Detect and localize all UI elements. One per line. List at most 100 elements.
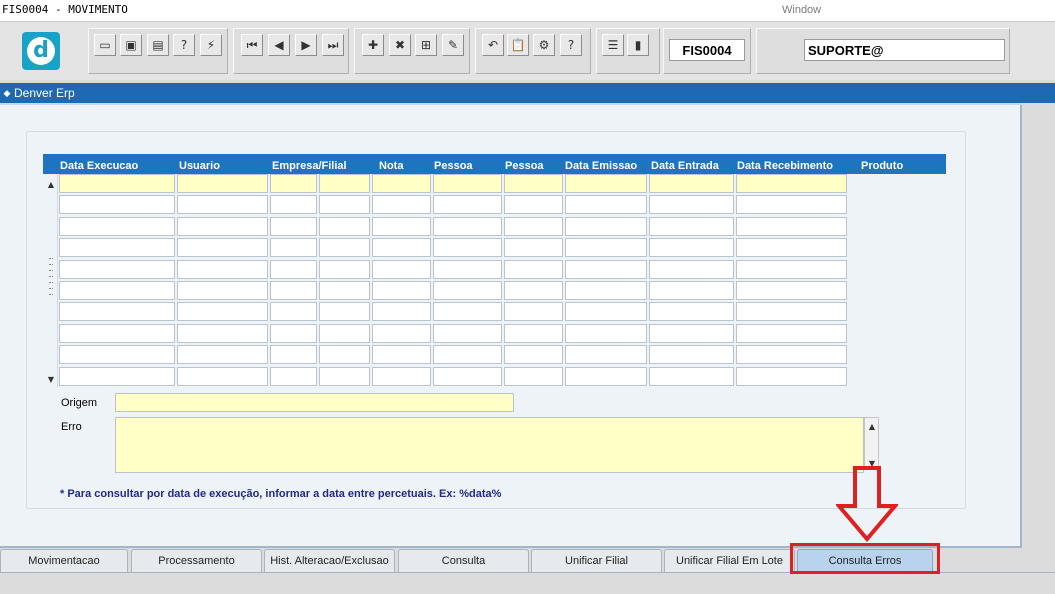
- table-cell[interactable]: [649, 238, 734, 257]
- tab-movimentacao[interactable]: Movimentacao: [0, 549, 128, 572]
- next-record-icon[interactable]: ▶: [295, 34, 317, 56]
- table-cell[interactable]: [504, 174, 563, 193]
- origem-field[interactable]: [115, 393, 514, 412]
- table-cell[interactable]: [319, 324, 370, 343]
- table-cell[interactable]: [372, 281, 431, 300]
- scroll-grip[interactable]: [49, 288, 53, 290]
- table-cell[interactable]: [372, 217, 431, 236]
- table-cell[interactable]: [372, 195, 431, 214]
- table-cell[interactable]: [565, 281, 647, 300]
- exit-icon[interactable]: ▮: [627, 34, 649, 56]
- tab-hist-alteracao-exclusao[interactable]: Hist. Alteracao/Exclusao: [264, 549, 395, 572]
- table-cell[interactable]: [372, 260, 431, 279]
- table-cell[interactable]: [649, 195, 734, 214]
- scroll-grip[interactable]: [49, 294, 53, 296]
- table-cell[interactable]: [319, 345, 370, 364]
- table-cell[interactable]: [565, 324, 647, 343]
- menu-icon[interactable]: ☰: [602, 34, 624, 56]
- undo-icon[interactable]: ↶: [482, 34, 504, 56]
- delete-record-icon[interactable]: ✖: [389, 34, 411, 56]
- table-cell[interactable]: [736, 217, 847, 236]
- tab-consulta[interactable]: Consulta: [398, 549, 529, 572]
- table-cell[interactable]: [372, 174, 431, 193]
- table-cell[interactable]: [504, 345, 563, 364]
- table-cell[interactable]: [649, 345, 734, 364]
- table-cell[interactable]: [59, 195, 175, 214]
- scroll-up-icon[interactable]: ▲: [866, 420, 878, 432]
- table-cell[interactable]: [59, 217, 175, 236]
- previous-record-icon[interactable]: ◀: [268, 34, 290, 56]
- execute-query-icon[interactable]: ⚡: [200, 34, 222, 56]
- table-cell[interactable]: [177, 324, 268, 343]
- table-cell[interactable]: [736, 174, 847, 193]
- table-cell[interactable]: [59, 345, 175, 364]
- table-cell[interactable]: [433, 281, 502, 300]
- table-cell[interactable]: [649, 302, 734, 321]
- scroll-up-icon[interactable]: ▲: [45, 178, 57, 190]
- table-cell[interactable]: [177, 302, 268, 321]
- table-cell[interactable]: [270, 324, 317, 343]
- table-cell[interactable]: [177, 281, 268, 300]
- table-cell[interactable]: [565, 217, 647, 236]
- table-cell[interactable]: [372, 324, 431, 343]
- table-cell[interactable]: [433, 195, 502, 214]
- table-cell[interactable]: [433, 345, 502, 364]
- table-cell[interactable]: [270, 195, 317, 214]
- scroll-grip[interactable]: [49, 276, 53, 278]
- window-icon[interactable]: ▣: [120, 34, 142, 56]
- table-cell[interactable]: [177, 195, 268, 214]
- table-cell[interactable]: [270, 302, 317, 321]
- table-cell[interactable]: [736, 302, 847, 321]
- table-cell[interactable]: [270, 345, 317, 364]
- table-cell[interactable]: [59, 367, 175, 386]
- table-cell[interactable]: [433, 238, 502, 257]
- clipboard-icon[interactable]: 📋: [507, 34, 529, 56]
- table-cell[interactable]: [177, 217, 268, 236]
- table-cell[interactable]: [372, 367, 431, 386]
- table-cell[interactable]: [433, 174, 502, 193]
- table-cell[interactable]: [433, 324, 502, 343]
- table-cell[interactable]: [736, 324, 847, 343]
- table-cell[interactable]: [649, 324, 734, 343]
- table-cell[interactable]: [319, 238, 370, 257]
- table-cell[interactable]: [59, 281, 175, 300]
- table-cell[interactable]: [736, 345, 847, 364]
- table-cell[interactable]: [649, 217, 734, 236]
- scroll-grip[interactable]: [49, 282, 53, 284]
- window-menu[interactable]: Window: [782, 4, 821, 16]
- table-cell[interactable]: [504, 238, 563, 257]
- grid-scrollbar[interactable]: ▲ ▼: [44, 174, 58, 387]
- table-cell[interactable]: [270, 281, 317, 300]
- tab-unificar-filial-em-lote[interactable]: Unificar Filial Em Lote: [664, 549, 795, 572]
- table-cell[interactable]: [433, 217, 502, 236]
- table-cell[interactable]: [177, 238, 268, 257]
- table-cell[interactable]: [372, 345, 431, 364]
- table-cell[interactable]: [270, 217, 317, 236]
- table-cell[interactable]: [372, 238, 431, 257]
- table-cell[interactable]: [504, 367, 563, 386]
- table-cell[interactable]: [319, 217, 370, 236]
- table-cell[interactable]: [504, 302, 563, 321]
- erro-scrollbar[interactable]: ▲ ▼: [864, 417, 879, 470]
- first-record-icon[interactable]: ⏮: [241, 34, 263, 56]
- scroll-grip[interactable]: [49, 264, 53, 266]
- table-cell[interactable]: [649, 281, 734, 300]
- table-cell[interactable]: [565, 302, 647, 321]
- table-cell[interactable]: [270, 238, 317, 257]
- table-cell[interactable]: [270, 174, 317, 193]
- table-cell[interactable]: [319, 302, 370, 321]
- table-cell[interactable]: [736, 260, 847, 279]
- table-cell[interactable]: [177, 367, 268, 386]
- table-cell[interactable]: [319, 174, 370, 193]
- table-cell[interactable]: [736, 281, 847, 300]
- table-cell[interactable]: [319, 281, 370, 300]
- table-cell[interactable]: [736, 238, 847, 257]
- table-cell[interactable]: [565, 345, 647, 364]
- table-cell[interactable]: [177, 260, 268, 279]
- erro-field[interactable]: [115, 417, 864, 473]
- tab-processamento[interactable]: Processamento: [131, 549, 262, 572]
- edit-icon[interactable]: ✎: [442, 34, 464, 56]
- list-values-icon[interactable]: ⊞: [415, 34, 437, 56]
- print-icon[interactable]: ▤: [147, 34, 169, 56]
- table-cell[interactable]: [504, 217, 563, 236]
